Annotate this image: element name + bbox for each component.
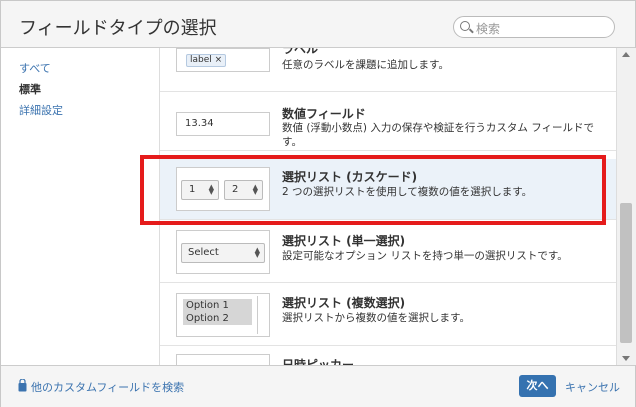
field-title: 選択リスト (カスケード) <box>282 170 418 184</box>
updown-icon: ▲ ▼ <box>208 183 214 196</box>
cascade-preview: 1 ▲ ▼ 2 ▲ ▼ <box>176 167 270 211</box>
scroll-up-icon[interactable] <box>622 52 630 57</box>
multi-option-1: Option 1 <box>183 299 252 312</box>
field-title: 日時ピッカー <box>282 358 355 365</box>
field-title: 数値フィールド <box>282 107 366 121</box>
cascade-select-1: 1 ▲ ▼ <box>181 180 219 200</box>
multi-scrollbar <box>257 296 266 334</box>
find-more-fields-link[interactable]: 他のカスタムフィールドを検索 <box>31 379 184 395</box>
updown-icon: ▲ ▼ <box>254 246 260 259</box>
single-select-preview: Select ▲ ▼ <box>176 230 270 274</box>
field-type-date-picker[interactable]: 日時ピッカー <box>160 346 616 365</box>
field-title: 選択リスト (単一選択) <box>282 234 406 248</box>
dialog-footer: 他のカスタムフィールドを検索 次へ キャンセル <box>1 365 635 407</box>
list-scrollbar[interactable] <box>616 48 636 365</box>
scroll-thumb[interactable] <box>620 203 632 343</box>
field-type-dialog: フィールドタイプの選択 検索 すべて 標準 詳細設定 label × ラベル 任… <box>0 0 636 407</box>
multi-select-preview: Option 1 Option 2 <box>176 293 270 337</box>
marketplace-icon <box>18 379 27 392</box>
dialog-header: フィールドタイプの選択 検索 <box>1 1 635 48</box>
number-preview-value: 13.34 <box>185 118 214 129</box>
updown-icon: ▲ ▼ <box>252 183 258 196</box>
category-sidebar: すべて 標準 詳細設定 <box>1 48 160 365</box>
single-select-box: Select ▲ ▼ <box>181 243 265 263</box>
field-description: 選択リストから複数の値を選択します。 <box>282 312 470 324</box>
sidebar-item-standard[interactable]: 標準 <box>19 81 41 97</box>
search-placeholder: 検索 <box>476 22 501 36</box>
field-description: 設定可能なオプション リストを持つ単一の選択リストです。 <box>282 250 568 262</box>
search-input[interactable]: 検索 <box>453 16 615 38</box>
field-description: 任意のラベルを課題に追加します。 <box>282 59 449 71</box>
cancel-button[interactable]: キャンセル <box>565 379 620 395</box>
field-title: 選択リスト (複数選択) <box>282 296 406 310</box>
sidebar-item-advanced[interactable]: 詳細設定 <box>19 102 63 118</box>
cascade-select-2: 2 ▲ ▼ <box>224 180 263 200</box>
field-type-multi-select[interactable]: Option 1 Option 2 選択リスト (複数選択) 選択リストから複数… <box>160 283 616 346</box>
next-button[interactable]: 次へ <box>519 375 556 397</box>
date-preview <box>176 354 270 365</box>
field-type-label[interactable]: label × ラベル 任意のラベルを課題に追加します。 <box>160 48 616 92</box>
field-type-single-select[interactable]: Select ▲ ▼ 選択リスト (単一選択) 設定可能なオプション リストを持つ… <box>160 220 616 283</box>
label-preview: label × <box>176 48 270 72</box>
field-type-number[interactable]: 13.34 数値フィールド 数値 (浮動小数点) 入力の保存や検証を行うカスタム… <box>160 92 616 151</box>
sidebar-item-all[interactable]: すべて <box>19 60 51 76</box>
field-type-cascading-select[interactable]: 1 ▲ ▼ 2 ▲ ▼ 選択リスト (カスケード) 2 つの選択リストを使用して複数… <box>160 159 616 220</box>
field-description: 2 つの選択リストを使用して複数の値を選択します。 <box>282 186 533 198</box>
label-chip-text: label <box>190 55 212 65</box>
close-icon: × <box>214 55 223 65</box>
dialog-title: フィールドタイプの選択 <box>19 18 217 39</box>
scroll-down-icon[interactable] <box>622 356 630 361</box>
number-preview: 13.34 <box>176 112 270 136</box>
field-title: ラベル <box>282 48 319 56</box>
field-type-list: label × ラベル 任意のラベルを課題に追加します。 13.34 数値フィー… <box>160 48 616 365</box>
field-description: 数値 (浮動小数点) 入力の保存や検証を行うカスタム フィールドです。 <box>282 122 594 148</box>
multi-option-2: Option 2 <box>183 312 252 325</box>
search-icon <box>460 21 470 31</box>
